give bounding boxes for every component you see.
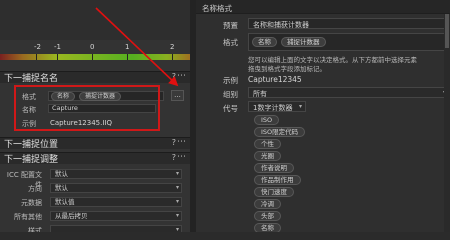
orientation-select[interactable]: 默认 ▾	[50, 183, 182, 193]
token-chip[interactable]: 作者说明	[254, 163, 294, 173]
capture-tool-panel: -2 -1 0 1 2 下一捕捉名名 ? ⋯ 格式 名称 捕捉计数器 ... 名称…	[0, 0, 190, 232]
token-chip[interactable]: 作品制作用	[254, 175, 301, 185]
token-chip[interactable]: 头部	[254, 211, 281, 221]
scale-mark	[57, 54, 58, 60]
format-chip-counter[interactable]: 捕捉计数器	[281, 37, 326, 47]
adjust-row-style: 样式 ▾	[0, 224, 190, 232]
section-title: 下一捕捉名名	[4, 74, 59, 84]
more-icon[interactable]: ⋯	[177, 71, 186, 81]
edit-format-button[interactable]: ...	[171, 90, 184, 101]
adjust-row-all-other: 所有其他 从最后拷贝 ▾	[0, 210, 190, 222]
section-title: 下一捕捉调整	[4, 155, 59, 165]
preset-value: 名称和捕获计数器	[253, 21, 309, 29]
all-other-select[interactable]: 从最后拷贝 ▾	[50, 211, 182, 221]
token-chip[interactable]: 光圈	[254, 151, 281, 161]
token-select-value: 1数字计数器	[253, 104, 293, 112]
scroll-thumb[interactable]	[445, 14, 449, 48]
chevron-down-icon: ▾	[175, 198, 179, 205]
select-value: 默认	[55, 170, 68, 178]
adjust-label: 方向	[28, 185, 42, 193]
adjust-label: 样式	[28, 227, 42, 232]
select-value: 默认值	[55, 198, 75, 206]
tick-label: 0	[90, 43, 95, 51]
select-value: 默认	[55, 184, 68, 192]
chevron-down-icon: ▾	[298, 103, 302, 110]
group-label: 组别	[223, 90, 238, 99]
help-icon[interactable]: ?	[172, 153, 176, 162]
dialog-title: 名称格式	[196, 0, 450, 14]
exposure-scale: -2 -1 0 1 2	[0, 40, 190, 54]
hint-text-line2: 拖曳到格式字段添加标记。	[248, 65, 326, 73]
icc-profile-select[interactable]: 默认 ▾	[50, 169, 182, 179]
chevron-down-icon: ▾	[175, 226, 179, 232]
token-chip[interactable]: ISO	[254, 115, 280, 125]
example-value: Capture12345	[248, 75, 302, 84]
tick-label: -1	[54, 43, 61, 51]
format-field[interactable]: 名称 捕捉计数器	[248, 33, 450, 51]
more-icon[interactable]: ⋯	[177, 137, 186, 147]
adjust-row-icc: ICC 配置文件 默认 ▾	[0, 168, 190, 189]
preset-select[interactable]: 名称和捕获计数器	[248, 18, 450, 29]
chevron-down-icon: ▾	[175, 184, 179, 191]
token-chip[interactable]: 个性	[254, 139, 281, 149]
chevron-down-icon: ▾	[175, 212, 179, 219]
adjust-row-orientation: 方向 默认 ▾	[0, 182, 190, 194]
scale-mark	[127, 54, 128, 60]
tick-label: 2	[170, 43, 175, 51]
viewer-area	[0, 0, 190, 40]
exposure-gradient-bar	[0, 54, 190, 60]
group-value: 所有	[253, 90, 267, 98]
token-chip[interactable]: 快门速度	[254, 187, 294, 197]
adjust-label: 所有其他	[14, 213, 42, 221]
next-capture-adjust-header[interactable]: 下一捕捉调整 ? ⋯	[0, 152, 190, 165]
next-capture-location-header[interactable]: 下一捕捉位置 ? ⋯	[0, 137, 190, 150]
style-select[interactable]: ▾	[50, 225, 182, 232]
highlight-box	[14, 85, 160, 131]
help-icon[interactable]: ?	[172, 138, 176, 147]
preset-label: 预置	[223, 21, 238, 30]
format-chip-name[interactable]: 名称	[252, 37, 277, 47]
token-chip[interactable]: 名称	[254, 223, 281, 232]
format-label: 格式	[223, 38, 238, 47]
adjust-label: 元数据	[21, 199, 42, 207]
example-label: 示例	[223, 76, 238, 85]
dialog-scrollbar[interactable]	[444, 14, 450, 232]
token-chip[interactable]: ISO限定代码	[254, 127, 306, 137]
token-select[interactable]: 1数字计数器 ▾	[248, 101, 306, 112]
select-value: 从最后拷贝	[55, 212, 88, 220]
help-icon[interactable]: ?	[172, 72, 176, 81]
name-format-dialog: 名称格式 预置 名称和捕获计数器 格式 名称 捕捉计数器 您可以编辑上面的文字以决…	[196, 0, 450, 232]
tick-label: -2	[34, 43, 41, 51]
tick-label: 1	[125, 43, 130, 51]
token-chip[interactable]: 冷调	[254, 199, 281, 209]
token-label: 代号	[223, 104, 238, 113]
scale-mark	[36, 54, 37, 60]
group-select[interactable]: 所有▾	[248, 87, 450, 98]
scale-mark	[92, 54, 93, 60]
chevron-down-icon: ▾	[175, 170, 179, 177]
adjust-row-metadata: 元数据 默认值 ▾	[0, 196, 190, 208]
next-capture-name-header[interactable]: 下一捕捉名名 ? ⋯	[0, 71, 190, 84]
scale-mark	[172, 54, 173, 60]
more-icon[interactable]: ⋯	[177, 152, 186, 162]
metadata-select[interactable]: 默认值 ▾	[50, 197, 182, 207]
section-title: 下一捕捉位置	[4, 140, 59, 150]
